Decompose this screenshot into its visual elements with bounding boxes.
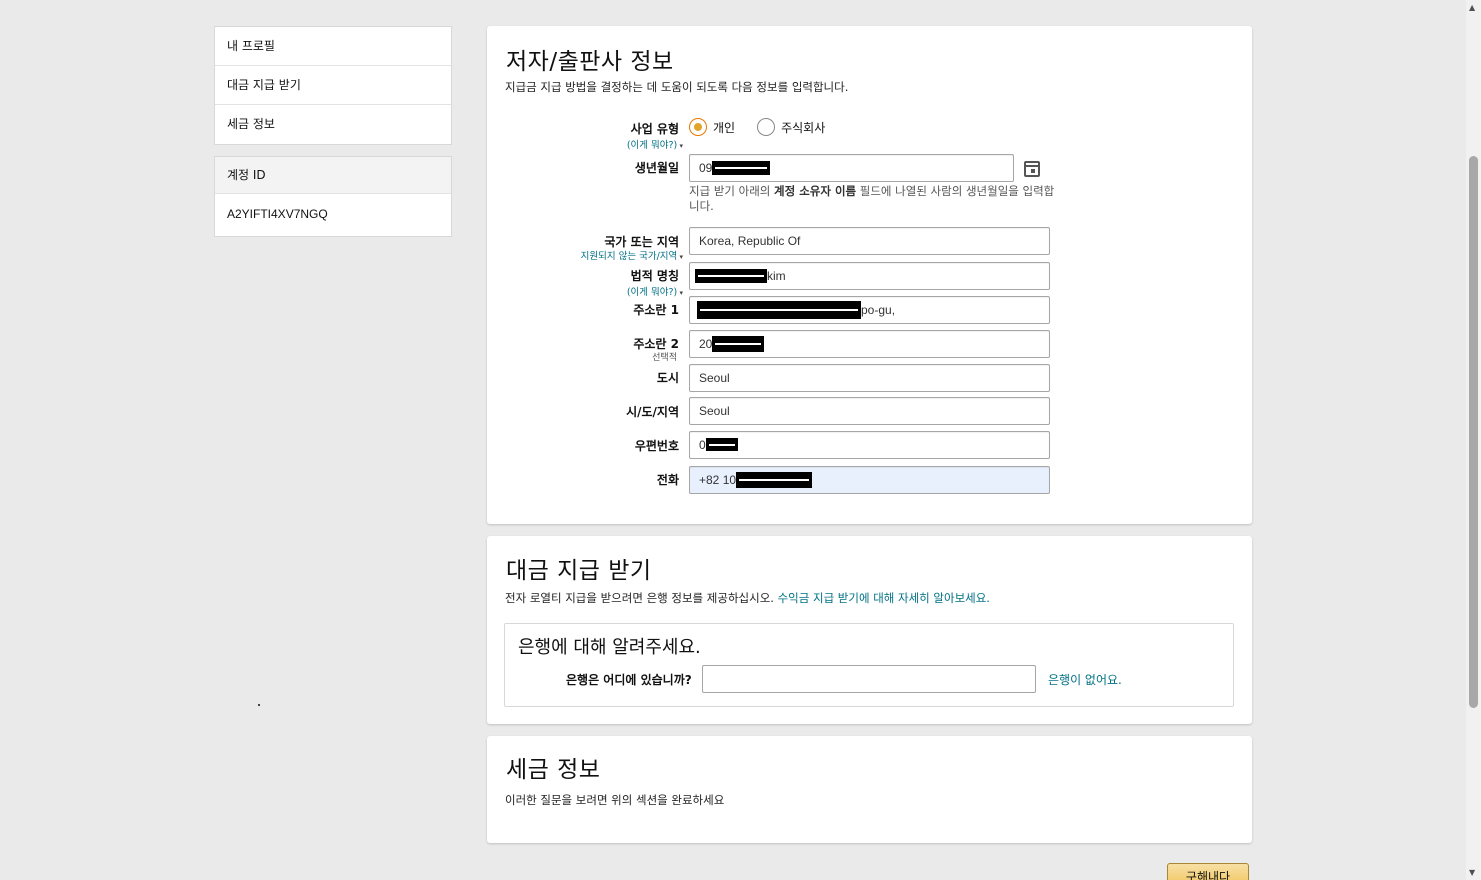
dob-label: 생년월일 [634, 161, 679, 175]
country-input[interactable]: Korea, Republic Of [689, 227, 1050, 255]
state-label: 시/도/지역 [626, 405, 679, 419]
payment-subtitle-text: 전자 로열티 지급을 받으려면 은행 정보를 제공하십시오. [505, 591, 774, 605]
tax-title: 세금 정보 [506, 757, 601, 783]
tax-subtitle: 이러한 질문을 보려면 위의 섹션을 완료하세요 [505, 793, 725, 807]
state-input[interactable]: Seoul [689, 397, 1050, 425]
phone-input[interactable]: +82 10 [689, 466, 1050, 494]
postal-code-label: 우편번호 [634, 439, 679, 453]
no-bank-link[interactable]: 은행이 없어요. [1048, 671, 1122, 688]
unsupported-country-link[interactable]: 지원되지 않는 국가/지역 [581, 248, 683, 262]
radio-individual-label[interactable]: 개인 [713, 119, 735, 136]
postal-code-value: 0 [699, 438, 706, 452]
legal-name-input[interactable]: kim [689, 262, 1050, 290]
publisher-info-title: 저자/출판사 정보 [506, 49, 674, 75]
sidebar-item-profile[interactable]: 내 프로필 [215, 27, 451, 66]
publisher-info-card: 저자/출판사 정보 지급금 지급 방법을 결정하는 데 도움이 되도록 다음 정… [487, 26, 1252, 524]
legal-name-label: 법적 명칭 [630, 269, 679, 283]
bank-location-input[interactable] [702, 665, 1036, 693]
submit-button[interactable]: 구해내다 [1167, 863, 1249, 880]
redaction-box [712, 160, 771, 175]
account-id-value: A2YIFTI4XV7NGQ [227, 207, 328, 221]
business-type-radio-group: 개인 주식회사 [689, 118, 825, 136]
learn-more-link[interactable]: 수익금 지급 받기에 대해 자세히 알아보세요. [778, 591, 990, 605]
redaction-box [736, 471, 813, 488]
dob-input[interactable]: 09 [689, 154, 1014, 182]
business-type-label: 사업 유형 [630, 122, 679, 136]
radio-corporation[interactable] [757, 118, 776, 136]
address1-value: po-gu, [861, 303, 896, 317]
account-id-box: 계정 ID A2YIFTI4XV7NGQ [214, 156, 452, 237]
bank-box-title: 은행에 대해 알려주세요. [518, 637, 701, 658]
sidebar-item-tax[interactable]: 세금 정보 [215, 105, 451, 144]
legal-name-value: kim [767, 269, 786, 283]
address2-value: 20 [699, 337, 713, 351]
payment-subtitle: 전자 로열티 지급을 받으려면 은행 정보를 제공하십시오. 수익금 지급 받기… [505, 590, 990, 606]
bank-location-label: 은행은 어디에 있습니까? [566, 673, 692, 687]
postal-code-input[interactable]: 0 [689, 431, 1050, 459]
redaction-box [712, 335, 765, 352]
tax-card: 세금 정보 이러한 질문을 보려면 위의 섹션을 완료하세요 [487, 736, 1252, 843]
business-type-help-link[interactable]: (이게 뭐야?) [627, 137, 683, 151]
stray-dot [258, 704, 260, 706]
scrollbar[interactable]: ▲ ▼ [1466, 0, 1481, 880]
scroll-up-icon[interactable]: ▲ [1469, 3, 1475, 12]
dob-note: 지급 받기 아래의 계정 소유자 이름 필드에 나열된 사람의 생년월일을 입력… [689, 184, 1059, 214]
legal-name-help-link[interactable]: (이게 뭐야?) [627, 284, 683, 298]
scroll-down-icon[interactable]: ▼ [1469, 868, 1475, 877]
radio-corporation-label[interactable]: 주식회사 [781, 119, 825, 136]
bank-box: 은행에 대해 알려주세요. 은행은 어디에 있습니까? 은행이 없어요. [504, 623, 1234, 707]
payment-title: 대금 지급 받기 [506, 558, 652, 584]
city-label: 도시 [656, 371, 679, 385]
payment-card: 대금 지급 받기 전자 로열티 지급을 받으려면 은행 정보를 제공하십시오. … [487, 536, 1252, 724]
sidebar-nav: 내 프로필 대금 지급 받기 세금 정보 [214, 26, 452, 145]
dob-note-text: 지급 받기 아래의 [689, 184, 775, 198]
address1-input[interactable]: po-gu, [689, 296, 1050, 324]
redaction-box [697, 300, 861, 319]
account-id-header: 계정 ID [215, 157, 451, 194]
dob-value: 09 [699, 161, 713, 175]
dob-note-bold: 계정 소유자 이름 [774, 184, 857, 198]
address1-label: 주소란 1 [633, 303, 679, 317]
address2-optional-note: 선택적 [652, 353, 677, 363]
scrollbar-thumb[interactable] [1469, 156, 1478, 708]
redaction-box [705, 438, 738, 452]
redaction-box [695, 268, 767, 283]
phone-value: +82 10 [699, 473, 737, 487]
address2-input[interactable]: 20 [689, 330, 1050, 358]
sidebar-item-payment[interactable]: 대금 지급 받기 [215, 66, 451, 105]
calendar-icon[interactable] [1024, 161, 1040, 177]
city-input[interactable]: Seoul [689, 364, 1050, 392]
publisher-info-subtitle: 지급금 지급 방법을 결정하는 데 도움이 되도록 다음 정보를 입력합니다. [505, 80, 849, 94]
radio-individual[interactable] [689, 118, 707, 136]
phone-label: 전화 [656, 473, 679, 487]
